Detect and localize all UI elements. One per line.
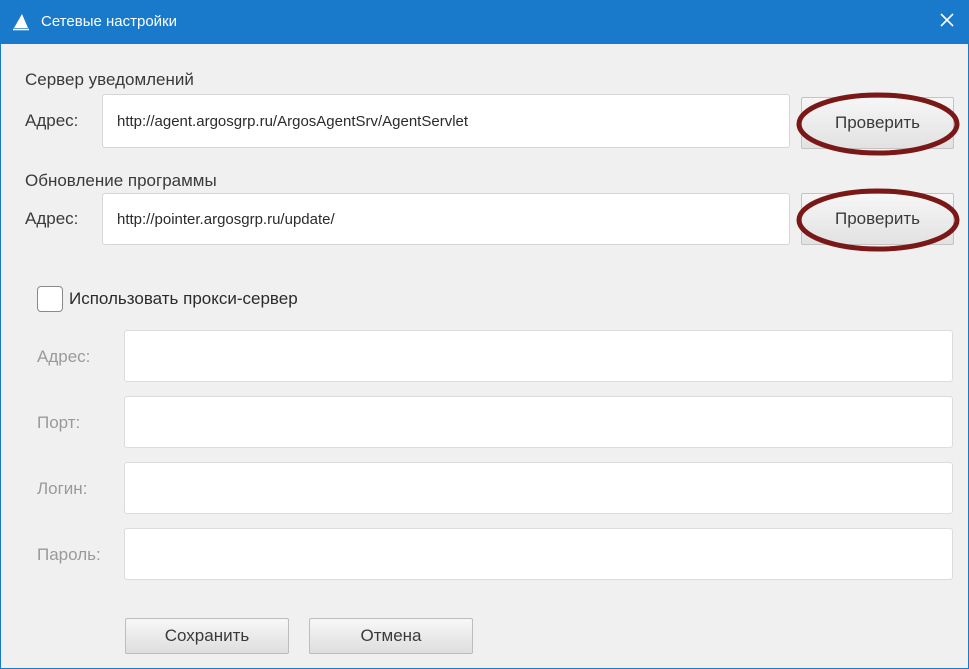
proxy-address-label: Адрес: [37,347,91,366]
update-address-input[interactable] [102,193,790,245]
proxy-login-input[interactable] [124,462,953,514]
notification-address-input[interactable] [102,94,790,148]
cancel-button[interactable]: Отмена [309,618,473,654]
title-bar[interactable]: Сетевые настройки [1,0,969,44]
proxy-port-label: Порт: [37,413,81,432]
update-check-button[interactable]: Проверить [801,193,954,245]
sail-icon [11,13,31,31]
proxy-password-input[interactable] [124,528,953,580]
proxy-address-input[interactable] [124,330,953,382]
use-proxy-checkbox[interactable] [37,286,63,312]
proxy-port-input[interactable] [124,396,953,448]
program-update-title: Обновление программы [25,171,217,190]
update-address-label: Адрес: [25,209,79,228]
use-proxy-label[interactable]: Использовать прокси-сервер [69,289,298,309]
proxy-password-label: Пароль: [37,545,101,564]
notification-check-button[interactable]: Проверить [801,97,954,149]
network-settings-dialog: Сетевые настройки Сервер уведомлений Адр… [0,0,969,669]
notification-server-title: Сервер уведомлений [25,70,194,89]
notification-address-label: Адрес: [25,111,79,130]
window-title: Сетевые настройки [41,13,177,30]
save-button[interactable]: Сохранить [125,618,289,654]
close-button[interactable] [924,0,969,44]
close-icon [939,12,955,33]
proxy-login-label: Логин: [37,479,88,498]
